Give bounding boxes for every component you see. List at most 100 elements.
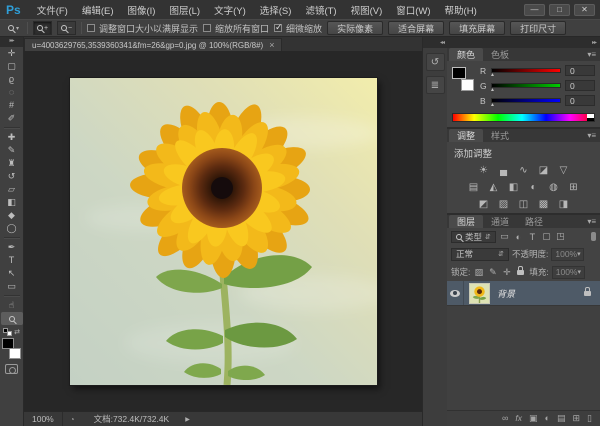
panel-menu-icon[interactable]: ▾≡ [587,218,596,226]
layer-filter-toggle[interactable] [591,232,596,241]
tab-adjustments[interactable]: 调整 [449,129,483,142]
history-panel-button[interactable]: ↺ [426,53,445,71]
black-white-icon[interactable]: ◧ [507,182,520,194]
panel-menu-icon[interactable]: ▾≡ [587,132,596,140]
green-value-field[interactable]: 0 [565,80,595,91]
hand-tool[interactable]: ☝ [1,299,23,312]
blur-tool[interactable]: ◆ [1,209,23,222]
filter-type-layers-icon[interactable]: T [527,232,538,242]
red-slider[interactable]: ▲ [491,68,561,73]
zoom-level-field[interactable]: 100% [24,412,63,426]
tools-collapse-button[interactable]: ▸▸ [0,37,23,47]
status-menu-arrow-icon[interactable]: ▶ [185,416,190,423]
tab-layers[interactable]: 图层 [449,215,483,228]
spot-healing-tool[interactable]: ✚ [1,131,23,144]
brightness-contrast-icon[interactable]: ☀ [477,165,490,177]
quick-selection-tool[interactable]: ◌ [1,86,23,99]
foreground-color-swatch[interactable] [2,338,14,349]
filter-type-dropdown[interactable]: 类型 ⇵ [451,231,496,243]
panel-menu-icon[interactable]: ▾≡ [587,51,596,59]
canvas[interactable] [24,51,422,411]
rect-marquee-tool[interactable]: ▢ [1,60,23,73]
background-color-swatch[interactable] [9,348,21,359]
lock-transparent-icon[interactable]: ▨ [473,267,484,278]
hue-saturation-icon[interactable]: ▤ [467,182,480,194]
new-group-icon[interactable]: ▤ [557,414,566,423]
invert-icon[interactable]: ◩ [477,199,490,211]
brush-tool[interactable]: ✎ [1,144,23,157]
tab-swatches[interactable]: 色板 [483,48,517,61]
print-size-button[interactable]: 打印尺寸 [510,21,566,35]
menu-edit[interactable]: 编辑(E) [75,3,121,17]
menu-view[interactable]: 视图(V) [344,3,390,17]
menu-file[interactable]: 文件(F) [30,3,75,17]
curves-icon[interactable]: ∿ [517,165,530,177]
actual-pixels-button[interactable]: 实际像素 [327,21,383,35]
strip-expand-button[interactable]: ◂◂ [423,37,447,48]
layer-visibility-cell[interactable] [447,281,464,305]
photo-filter-icon[interactable]: ◐ [527,182,540,194]
tab-channels[interactable]: 通道 [483,215,517,228]
green-slider[interactable]: ▲ [491,83,561,88]
document-tab[interactable]: u=4003629765,3539360341&fm=26&gp=0.jpg @… [24,38,282,51]
minimize-button[interactable]: — [524,4,545,16]
fit-screen-button[interactable]: 适合屏幕 [388,21,444,35]
lock-position-icon[interactable]: ✛ [501,267,512,278]
fill-field[interactable]: 100% ▾ [552,266,585,279]
dodge-tool[interactable]: ◯ [1,222,23,235]
default-colors-icon[interactable] [3,328,12,336]
move-tool[interactable]: ✛ [1,47,23,60]
menu-help[interactable]: 帮助(H) [438,3,484,17]
blue-slider[interactable]: ▲ [491,98,561,103]
swap-colors-icon[interactable]: ⇄ [14,328,20,336]
active-tool-badge[interactable]: ▾ [5,24,22,33]
color-spectrum-ramp[interactable] [452,113,595,122]
tab-styles[interactable]: 样式 [483,129,517,142]
rectangle-tool[interactable]: ▭ [1,280,23,293]
pen-tool[interactable]: ✒ [1,241,23,254]
layer-mask-icon[interactable]: ▣ [529,414,538,423]
layer-thumbnail[interactable] [469,283,490,304]
lock-all-icon[interactable] [515,267,526,277]
link-layers-icon[interactable]: ∞ [502,414,508,423]
eyedropper-tool[interactable]: ✐ [1,112,23,125]
menu-type[interactable]: 文字(Y) [207,3,253,17]
quick-mask-button[interactable] [5,364,18,374]
menu-window[interactable]: 窗口(W) [389,3,437,17]
gradient-map-icon[interactable]: ▩ [537,199,550,211]
crop-tool[interactable]: # [1,99,23,112]
lock-pixels-icon[interactable]: ✎ [487,267,498,278]
opacity-field[interactable]: 100% ▾ [551,248,584,261]
scrubby-zoom-checkbox[interactable]: 细微缩放 [274,22,322,35]
filter-smart-objects-icon[interactable]: ◳ [555,231,566,242]
properties-panel-button[interactable]: ≣ [426,76,445,94]
maximize-button[interactable]: □ [549,4,570,16]
lasso-tool[interactable]: ϱ [1,73,23,86]
tab-close-icon[interactable]: × [269,40,274,50]
gradient-tool[interactable]: ◧ [1,196,23,209]
history-brush-tool[interactable]: ↺ [1,170,23,183]
zoom-in-mode-button[interactable]: + [33,21,52,35]
close-button[interactable]: ✕ [574,4,595,16]
menu-layer[interactable]: 图层(L) [162,3,207,17]
fill-screen-button[interactable]: 填充屏幕 [449,21,505,35]
tab-color[interactable]: 颜色 [449,48,483,61]
filter-adjustment-layers-icon[interactable]: ◐ [513,232,524,242]
menu-select[interactable]: 选择(S) [253,3,299,17]
menu-filter[interactable]: 滤镜(T) [298,3,343,17]
eraser-tool[interactable]: ▱ [1,183,23,196]
new-adjustment-layer-icon[interactable]: ◐ [545,414,550,423]
blend-mode-dropdown[interactable]: 正常 ⇵ [451,248,509,261]
filter-shape-layers-icon[interactable]: ▢ [541,231,552,242]
tab-paths[interactable]: 路径 [517,215,551,228]
selective-color-icon[interactable]: ◨ [557,199,570,211]
blue-value-field[interactable]: 0 [565,95,595,106]
red-value-field[interactable]: 0 [565,65,595,76]
zoom-tool[interactable] [1,312,23,325]
posterize-icon[interactable]: ▨ [497,199,510,211]
menu-image[interactable]: 图像(I) [121,3,163,17]
path-selection-tool[interactable]: ↖ [1,267,23,280]
dock-collapse-button[interactable]: ▸▸ [447,37,600,48]
zoom-out-mode-button[interactable]: − [57,21,76,35]
clone-stamp-tool[interactable]: ♜ [1,157,23,170]
